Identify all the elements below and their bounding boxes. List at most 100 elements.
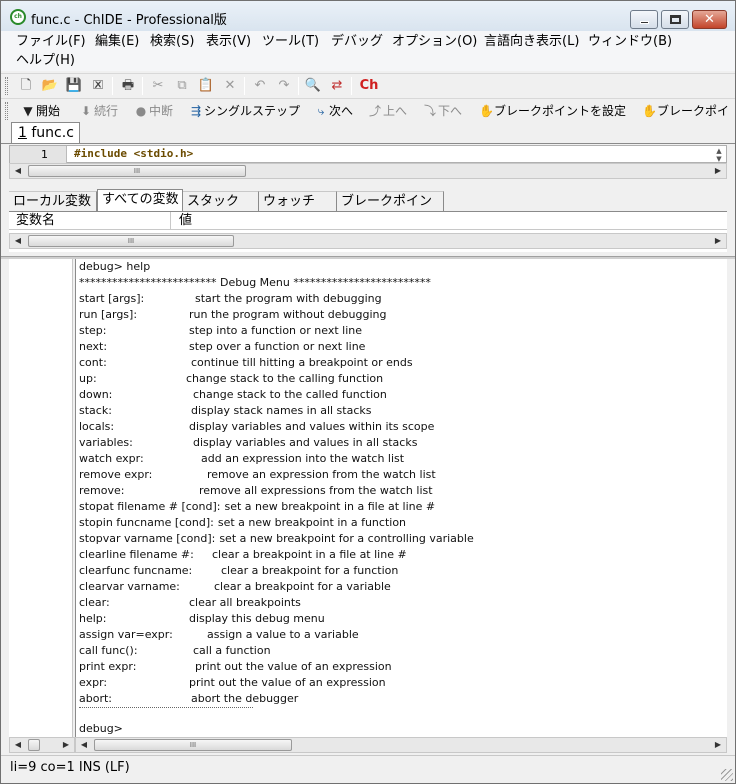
debug-next-label: 次へ: [329, 104, 354, 118]
console-command-description: display variables and values within its …: [189, 420, 435, 433]
editor-hscroll-thumb[interactable]: III: [28, 165, 246, 177]
console-command: run [args]:: [79, 308, 138, 321]
status-text: li=9 co=1 INS (LF): [10, 760, 130, 775]
console-command: help:: [79, 612, 107, 625]
menu-options[interactable]: オプション(O): [391, 32, 478, 52]
console-final-prompt[interactable]: debug>: [79, 721, 123, 737]
scroll-left-icon[interactable]: ◀: [76, 738, 92, 752]
menu-edit[interactable]: 編集(E): [94, 32, 140, 52]
minimize-button[interactable]: [630, 10, 658, 29]
debug-continue-label: 続行: [94, 104, 119, 118]
console-vscroll[interactable]: [727, 259, 735, 737]
scroll-left-icon[interactable]: ◀: [10, 738, 26, 752]
margin-hscroll[interactable]: ◀ ▶: [9, 737, 75, 753]
delete-icon[interactable]: ✕: [221, 77, 239, 95]
stack-down-icon: ⤵: [423, 104, 436, 118]
open-file-icon[interactable]: 📂: [41, 77, 59, 95]
toolbar-separator: [351, 77, 352, 95]
console-command: stopat filename # [cond]:: [79, 500, 221, 513]
debug-next-button[interactable]: ⤷ 次へ: [314, 102, 353, 120]
tab-watch[interactable]: ウォッチ: [259, 191, 337, 211]
console-hscroll[interactable]: ◀ III ▶: [75, 737, 727, 753]
debug-start-button[interactable]: ▼ 開始: [21, 102, 60, 120]
undo-icon[interactable]: ↶: [251, 77, 269, 95]
debug-up-button[interactable]: ⤴ 上へ: [368, 102, 407, 120]
maximize-button[interactable]: [661, 10, 689, 29]
toolbar-separator: [112, 77, 113, 95]
variable-hscroll[interactable]: ◀ III ▶: [9, 233, 727, 249]
console-command: step:: [79, 324, 107, 337]
toolbar-grip[interactable]: [5, 77, 8, 95]
console-command-line: clearline filename #: clear a breakpoint …: [79, 547, 407, 563]
console-command-description: run the program without debugging: [189, 308, 387, 321]
close-file-icon[interactable]: 🗷: [89, 77, 107, 95]
menu-language-view[interactable]: 言語向き表示(L): [483, 32, 580, 52]
print-icon[interactable]: 🖶: [119, 77, 137, 95]
column-value[interactable]: 値: [172, 212, 192, 230]
tab-all-variables[interactable]: すべての変数: [97, 189, 183, 211]
replace-icon[interactable]: ⇄: [328, 77, 346, 95]
scroll-right-icon[interactable]: ▶: [710, 164, 726, 178]
debug-toolbar: ▼ 開始 ⬇ 続行 ● 中断 ⇶ シングルステップ ⤷ 次へ ⤴ 上へ ⤵ 下へ ✋ブレークポ…: [1, 98, 735, 122]
paste-icon[interactable]: 📋: [197, 77, 215, 95]
console-command: stack:: [79, 404, 112, 417]
console-hscroll-thumb[interactable]: III: [94, 739, 292, 751]
scroll-right-icon[interactable]: ▶: [58, 738, 74, 752]
menu-bar: ファイル(F) 編集(E) 検索(S) 表示(V) ツール(T) デバッグ オプ…: [1, 31, 735, 71]
console-command-line: start [args]: start the program with debu…: [79, 291, 382, 307]
scroll-left-icon[interactable]: ◀: [10, 164, 26, 178]
copy-icon[interactable]: ⧉: [173, 77, 191, 95]
console-command-line: cont: continue till hitting a breakpoint …: [79, 355, 413, 371]
menu-search[interactable]: 検索(S): [149, 32, 195, 52]
scroll-right-icon[interactable]: ▶: [710, 738, 726, 752]
variable-hscroll-thumb[interactable]: III: [28, 235, 234, 247]
ch-icon[interactable]: Ch: [358, 77, 380, 95]
toolbar-separator: [142, 77, 143, 95]
code-editor[interactable]: 1 #include <stdio.h> ▲ ▼: [9, 145, 727, 163]
console-command-line: watch expr: add an expression into the wa…: [79, 451, 404, 467]
tab-breakpoints[interactable]: ブレークポイント: [337, 191, 444, 229]
file-tab-func-c[interactable]: 1 func.c: [11, 122, 80, 144]
breakpoint-list-button[interactable]: ✋ブレークポイ: [642, 102, 729, 120]
find-icon[interactable]: 🔍: [304, 77, 322, 95]
menu-view[interactable]: 表示(V): [205, 32, 252, 52]
debug-continue-button[interactable]: ⬇ 続行: [79, 102, 118, 120]
line-number-gutter: 1: [10, 146, 67, 163]
set-breakpoint-button[interactable]: ✋ブレークポイントを設定: [479, 102, 626, 120]
scroll-left-icon[interactable]: ◀: [10, 234, 26, 248]
menu-window[interactable]: ウィンドウ(B): [587, 32, 673, 52]
save-icon[interactable]: 💾: [65, 77, 83, 95]
editor-hscroll[interactable]: ◀ III ▶: [9, 163, 727, 179]
debug-up-label: 上へ: [383, 104, 408, 118]
margin-hscroll-thumb[interactable]: [28, 739, 40, 751]
tab-local-variables[interactable]: ローカル変数: [9, 191, 97, 211]
toolbar-grip[interactable]: [5, 102, 8, 120]
console-command-line: stopat filename # [cond]: set a new break…: [79, 499, 435, 515]
column-variable-name[interactable]: 変数名: [9, 212, 55, 230]
redo-icon[interactable]: ↷: [275, 77, 293, 95]
console-command: remove expr:: [79, 468, 153, 481]
scroll-right-icon[interactable]: ▶: [710, 234, 726, 248]
close-button[interactable]: ✕: [692, 10, 727, 29]
debug-console[interactable]: debug> help ************************* De…: [75, 259, 727, 737]
menu-tools[interactable]: ツール(T): [261, 32, 320, 52]
breakpoint-list-label: ブレークポイ: [657, 104, 730, 118]
menu-debug[interactable]: デバッグ: [330, 32, 384, 52]
console-command-description: change stack to the called function: [193, 388, 387, 401]
console-command-line: clear: clear all breakpoints: [79, 595, 301, 611]
console-command-line: remove expr: remove an expression from th…: [79, 467, 436, 483]
menu-file[interactable]: ファイル(F): [15, 32, 87, 52]
single-step-button[interactable]: ⇶ シングルステップ: [189, 102, 300, 120]
cut-icon[interactable]: ✂: [149, 77, 167, 95]
resize-grip-icon[interactable]: [721, 769, 733, 781]
debug-abort-button[interactable]: ● 中断: [134, 102, 173, 120]
new-file-icon[interactable]: 🗋: [17, 77, 35, 95]
code-line[interactable]: #include <stdio.h>: [74, 147, 193, 160]
column-separator[interactable]: [170, 212, 171, 230]
menu-help[interactable]: ヘルプ(H): [15, 51, 76, 71]
debug-down-button[interactable]: ⤵ 下へ: [423, 102, 462, 120]
tab-stack[interactable]: スタック: [183, 191, 259, 211]
console-command-description: abort the debugger: [191, 692, 299, 705]
editor-vscroll[interactable]: ▲ ▼: [714, 147, 724, 163]
console-prompt-line: debug> help: [79, 260, 151, 273]
